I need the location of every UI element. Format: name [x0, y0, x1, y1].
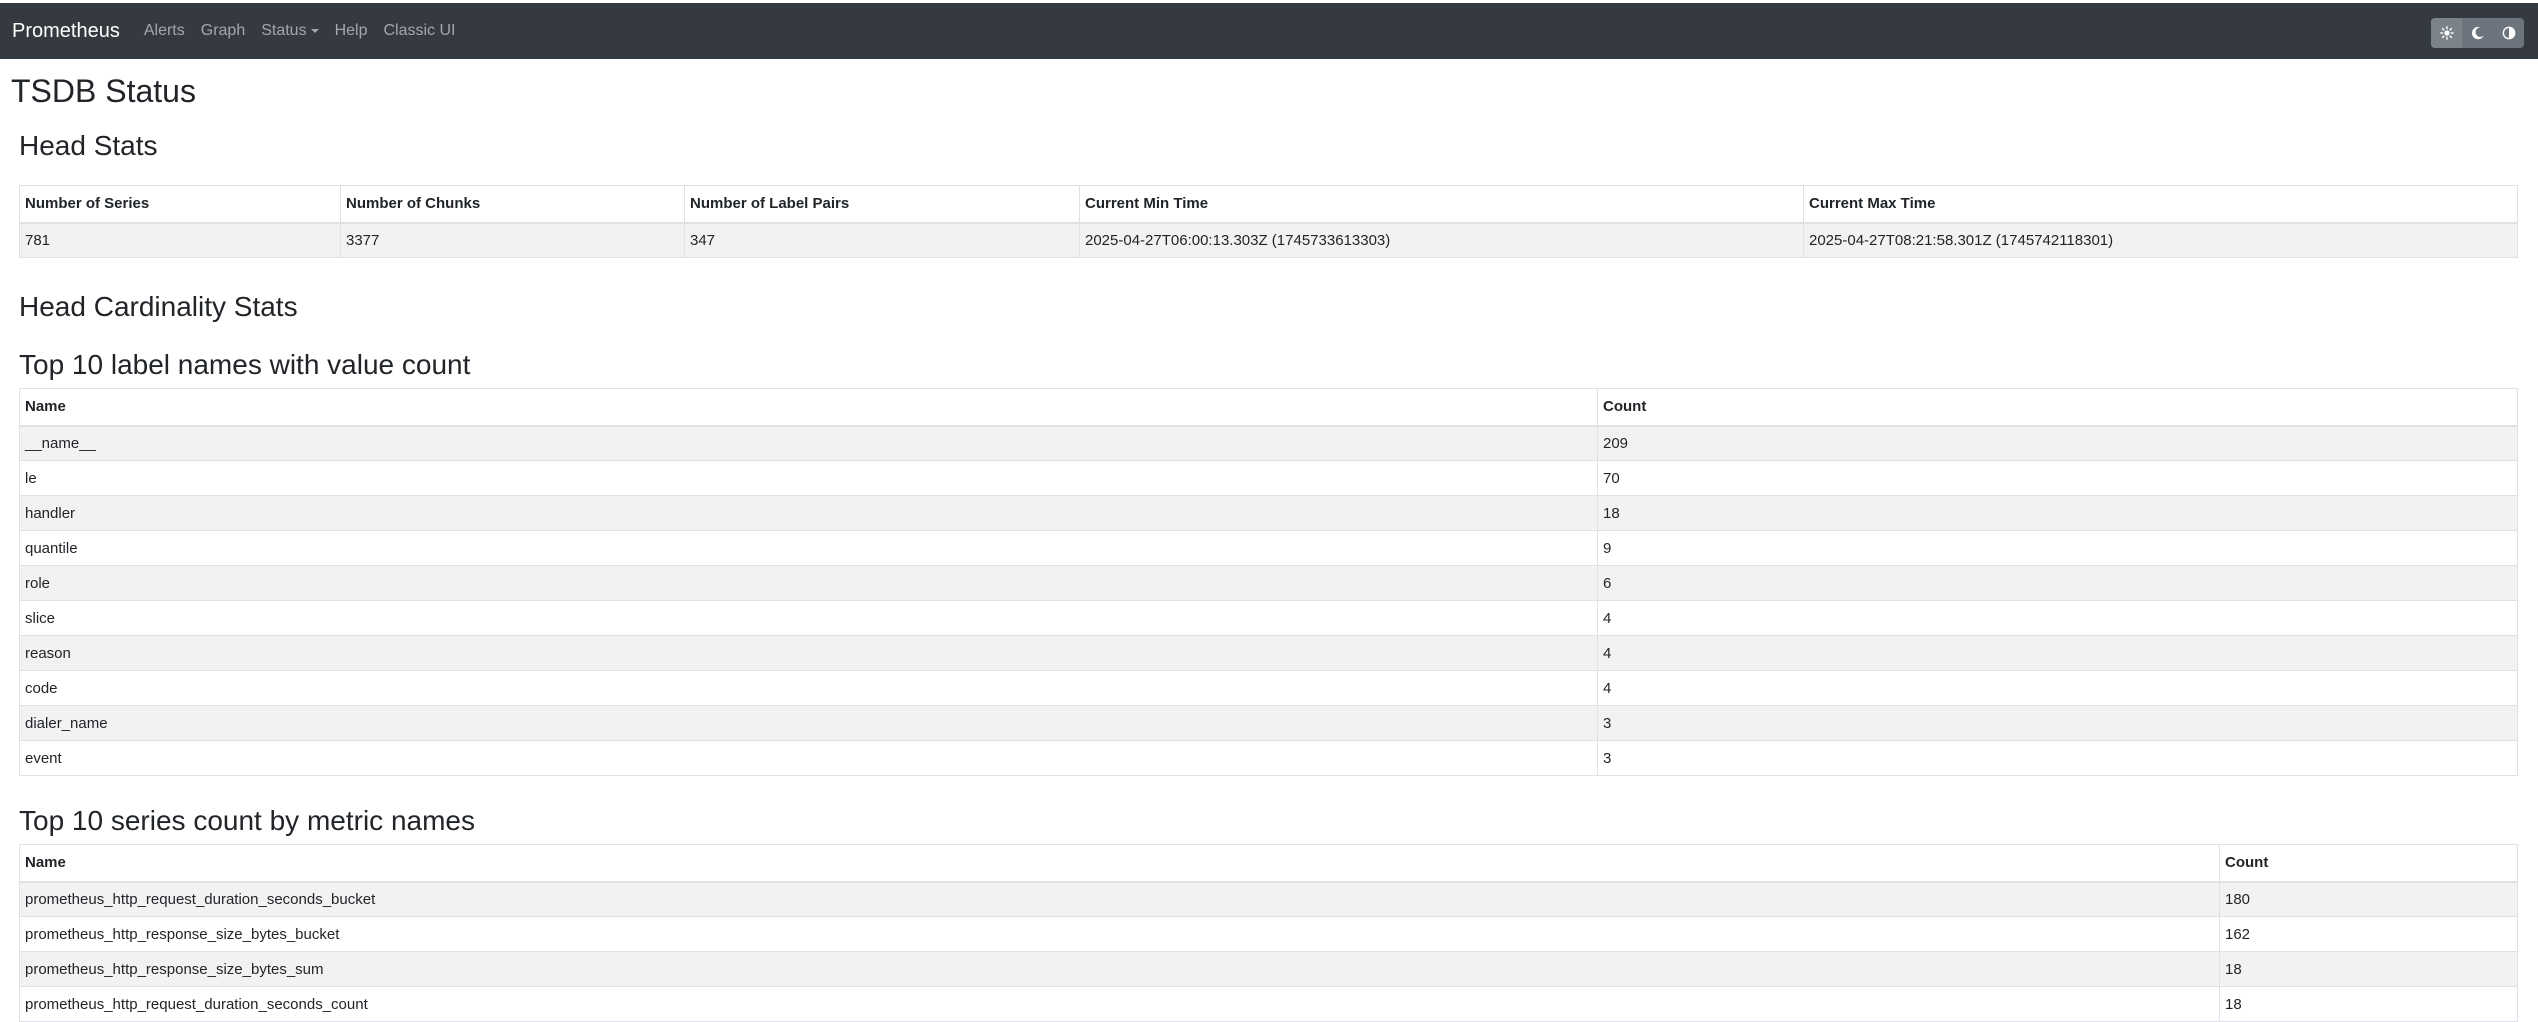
table-cell: 4	[1597, 635, 2518, 671]
sun-icon	[2439, 26, 2454, 40]
table-cell: 162	[2219, 916, 2518, 952]
table-row: le 70	[19, 460, 2518, 496]
table-row: slice 4	[19, 600, 2518, 636]
table-header-row: Number of Series Number of Chunks Number…	[19, 185, 2518, 224]
table-cell: 3377	[340, 222, 685, 258]
head-stats-title: Head Stats	[19, 130, 158, 161]
table-row: prometheus_http_response_size_bytes_buck…	[19, 916, 2518, 952]
column-header: Number of Label Pairs	[684, 185, 1080, 224]
table-row: role 6	[19, 565, 2518, 601]
nav-graph[interactable]: Graph	[201, 22, 245, 40]
auto-theme-button[interactable]	[2493, 18, 2524, 48]
column-header: Name	[19, 844, 2220, 883]
table-cell: 2025-04-27T06:00:13.303Z (1745733613303)	[1079, 222, 1804, 258]
table-header-row: Name Count	[19, 388, 2518, 427]
column-header: Count	[2219, 844, 2518, 883]
caret-down-icon	[310, 29, 319, 33]
table-cell: prometheus_http_request_duration_seconds…	[19, 881, 2220, 917]
table-cell: 18	[2219, 951, 2518, 987]
nav-classic-ui[interactable]: Classic UI	[383, 22, 455, 40]
table-row: event 3	[19, 740, 2518, 776]
dark-theme-button[interactable]	[2462, 18, 2493, 48]
table-cell: 18	[2219, 986, 2518, 1022]
table-row: 781 3377 347 2025-04-27T06:00:13.303Z (1…	[19, 222, 2518, 258]
table-cell: 70	[1597, 460, 2518, 496]
table-cell: 180	[2219, 881, 2518, 917]
table-cell: 781	[19, 222, 341, 258]
table-header-row: Name Count	[19, 844, 2518, 883]
table-cell: handler	[19, 495, 1598, 531]
table-cell: prometheus_http_response_size_bytes_sum	[19, 951, 2220, 987]
table-cell: 347	[684, 222, 1080, 258]
table-cell: 9	[1597, 530, 2518, 566]
theme-toggle-group	[2431, 18, 2524, 48]
column-header: Name	[19, 388, 1598, 427]
label-names-title: Top 10 label names with value count	[19, 349, 471, 380]
table-cell: dialer_name	[19, 705, 1598, 741]
table-cell: 3	[1597, 740, 2518, 776]
table-cell: quantile	[19, 530, 1598, 566]
nav-help[interactable]: Help	[335, 22, 368, 40]
column-header: Number of Series	[19, 185, 341, 224]
moon-icon	[2471, 26, 2484, 40]
head-stats-table: Number of Series Number of Chunks Number…	[19, 185, 2518, 258]
brand-link[interactable]: Prometheus	[12, 20, 120, 43]
table-row: quantile 9	[19, 530, 2518, 566]
nav-status-label: Status	[261, 22, 307, 39]
page-title: TSDB Status	[11, 73, 196, 109]
table-row: dialer_name 3	[19, 705, 2518, 741]
table-cell: role	[19, 565, 1598, 601]
table-cell: __name__	[19, 425, 1598, 461]
table-cell: slice	[19, 600, 1598, 636]
table-cell: event	[19, 740, 1598, 776]
table-row: prometheus_http_response_size_bytes_sum 1…	[19, 951, 2518, 987]
column-header: Number of Chunks	[340, 185, 685, 224]
table-cell: prometheus_http_response_size_bytes_buck…	[19, 916, 2220, 952]
table-cell: le	[19, 460, 1598, 496]
half-circle-icon	[2502, 26, 2515, 40]
metric-names-table: Name Count prometheus_http_request_durat…	[19, 844, 2518, 1022]
table-cell: prometheus_http_request_duration_seconds…	[19, 986, 2220, 1022]
light-theme-button[interactable]	[2431, 18, 2462, 48]
nav-alerts[interactable]: Alerts	[144, 22, 185, 40]
table-row: handler 18	[19, 495, 2518, 531]
metric-names-title: Top 10 series count by metric names	[19, 805, 475, 836]
column-header: Current Min Time	[1079, 185, 1804, 224]
table-cell: 4	[1597, 600, 2518, 636]
navbar: Prometheus Alerts Graph Status Help Clas…	[0, 3, 2538, 59]
table-row: prometheus_http_request_duration_seconds…	[19, 986, 2518, 1022]
table-row: reason 4	[19, 635, 2518, 671]
cardinality-title: Head Cardinality Stats	[19, 291, 298, 322]
table-cell: 6	[1597, 565, 2518, 601]
table-cell: 2025-04-27T08:21:58.301Z (1745742118301)	[1803, 222, 2518, 258]
column-header: Current Max Time	[1803, 185, 2518, 224]
table-cell: code	[19, 670, 1598, 706]
table-cell: 3	[1597, 705, 2518, 741]
table-cell: 209	[1597, 425, 2518, 461]
nav-status-dropdown[interactable]: Status	[261, 22, 319, 40]
table-row: prometheus_http_request_duration_seconds…	[19, 881, 2518, 917]
column-header: Count	[1597, 388, 2518, 427]
table-cell: reason	[19, 635, 1598, 671]
table-cell: 4	[1597, 670, 2518, 706]
table-cell: 18	[1597, 495, 2518, 531]
label-names-table: Name Count __name__ 209 le 70 handler 18 qu…	[19, 388, 2518, 776]
table-row: __name__ 209	[19, 425, 2518, 461]
table-row: code 4	[19, 670, 2518, 706]
